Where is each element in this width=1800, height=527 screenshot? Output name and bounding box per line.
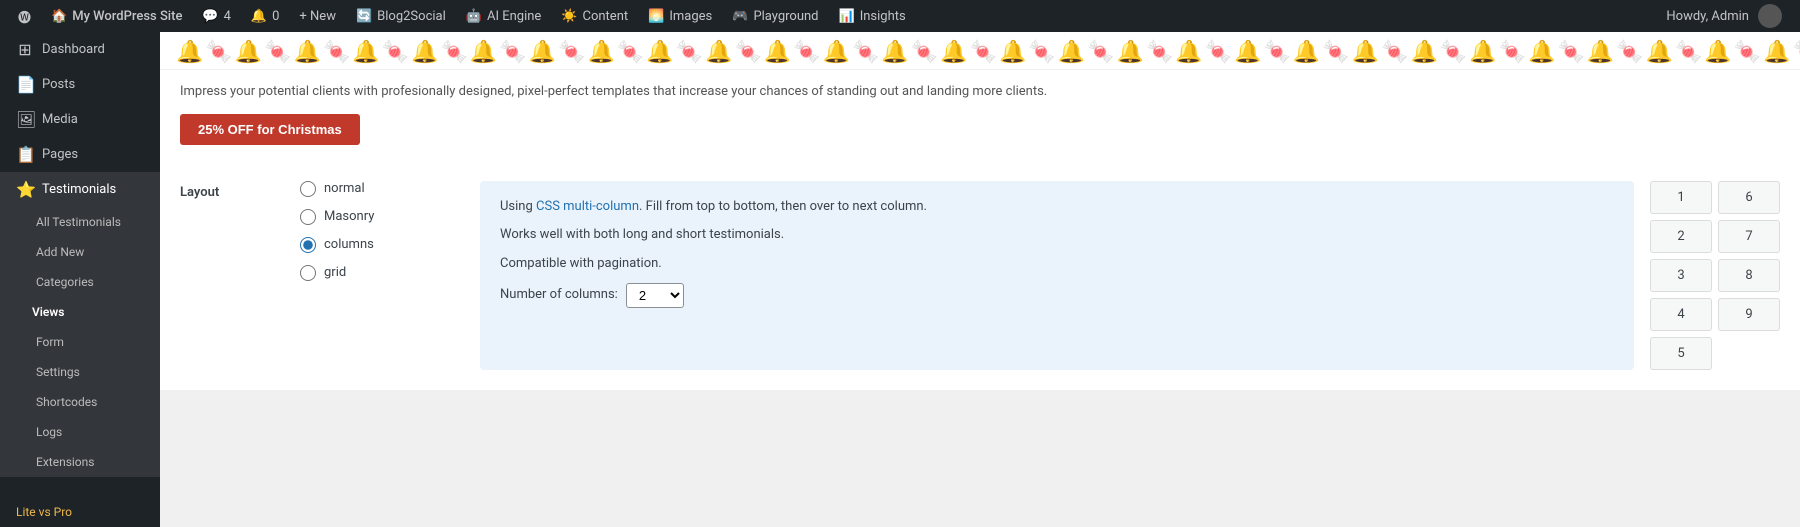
sidebar-item-posts[interactable]: 📄 Posts: [0, 67, 160, 102]
christmas-offer-button[interactable]: 25% OFF for Christmas: [180, 114, 360, 145]
posts-icon: 📄: [16, 75, 34, 94]
site-name[interactable]: 🏠 My WordPress Site: [41, 0, 192, 32]
pages-icon: 📋: [16, 145, 34, 164]
testimonials-submenu: All Testimonials Add New Categories View…: [0, 207, 160, 477]
christmas-description: Impress your potential clients with prof…: [180, 82, 1780, 102]
layout-radio-grid[interactable]: [300, 265, 316, 281]
comments-link[interactable]: 💬 4: [192, 0, 241, 32]
sidebar-item-logs[interactable]: Logs: [0, 417, 160, 447]
layout-info-box: Using CSS multi-column. Fill from top to…: [480, 181, 1634, 370]
blog2social-menu[interactable]: 🔄 Blog2Social: [346, 0, 456, 32]
layout-option-columns[interactable]: columns: [300, 237, 460, 253]
sidebar-item-pages[interactable]: 📋 Pages: [0, 137, 160, 172]
christmas-banner: 🔔🍬🔔🍬🔔🍬🔔🍬🔔🍬🔔🍬🔔🍬🔔🍬🔔🍬🔔🍬🔔🍬🔔🍬🔔🍬🔔🍬🔔🍬🔔🍬🔔🍬🔔🍬🔔🍬🔔🍬…: [160, 32, 1800, 161]
blog2social-icon: 🔄: [356, 9, 372, 24]
col-num-4[interactable]: 4: [1650, 298, 1712, 331]
content-icon: ☀️: [561, 9, 577, 24]
sidebar-item-media[interactable]: 🖼 Media: [0, 102, 160, 137]
howdy-user[interactable]: Howdy, Admin: [1656, 0, 1792, 32]
media-icon: 🖼: [16, 110, 34, 129]
insights-menu[interactable]: 📊 Insights: [829, 0, 916, 32]
ai-engine-icon: 🤖: [466, 9, 482, 24]
content-menu[interactable]: ☀️ Content: [551, 0, 638, 32]
comment-icon: 💬: [202, 9, 218, 24]
col-num-3[interactable]: 3: [1650, 259, 1712, 292]
layout-radio-normal[interactable]: [300, 181, 316, 197]
css-multicolumn-link[interactable]: CSS multi-column: [536, 199, 639, 214]
col-num-8[interactable]: 8: [1718, 259, 1780, 292]
layout-option-normal[interactable]: normal: [300, 181, 460, 197]
col-num-6[interactable]: 6: [1718, 181, 1780, 214]
col-num-2[interactable]: 2: [1650, 220, 1712, 253]
sidebar-item-extensions[interactable]: Extensions: [0, 447, 160, 477]
sidebar-item-shortcodes[interactable]: Shortcodes: [0, 387, 160, 417]
layout-section-label: Layout: [180, 181, 300, 370]
ai-engine-menu[interactable]: 🤖 AI Engine: [456, 0, 552, 32]
wp-logo[interactable]: 🅦: [8, 0, 41, 32]
avatar: [1758, 4, 1782, 28]
alerts-link[interactable]: 🔔 0: [241, 0, 290, 32]
layout-radio-columns[interactable]: [300, 237, 316, 253]
sidebar-item-lite-vs-pro[interactable]: Lite vs Pro: [0, 497, 160, 527]
columns-count-label: Number of columns:: [500, 285, 618, 306]
playground-menu[interactable]: 🎮 Playground: [722, 0, 828, 32]
sidebar-item-dashboard[interactable]: ⊞ Dashboard: [0, 32, 160, 67]
christmas-decorations: 🔔🍬🔔🍬🔔🍬🔔🍬🔔🍬🔔🍬🔔🍬🔔🍬🔔🍬🔔🍬🔔🍬🔔🍬🔔🍬🔔🍬🔔🍬🔔🍬🔔🍬🔔🍬🔔🍬🔔🍬…: [160, 32, 1800, 70]
new-content-button[interactable]: + New: [289, 0, 346, 32]
wp-icon: 🅦: [18, 7, 31, 26]
layout-option-masonry[interactable]: Masonry: [300, 209, 460, 225]
sidebar-item-form[interactable]: Form: [0, 327, 160, 357]
sidebar-item-add-new[interactable]: Add New: [0, 237, 160, 267]
sidebar-item-views[interactable]: Views: [0, 297, 160, 327]
testimonials-icon: ⭐: [16, 180, 34, 199]
col-num-5[interactable]: 5: [1650, 337, 1712, 370]
admin-bar: 🅦 🏠 My WordPress Site 💬 4 🔔 0 + New 🔄 Bl…: [0, 0, 1800, 32]
sidebar-item-settings[interactable]: Settings: [0, 357, 160, 387]
columns-count-select[interactable]: 1 2 3 4 5 6: [626, 283, 684, 308]
col-num-empty: [1718, 337, 1780, 370]
layout-option-grid[interactable]: grid: [300, 265, 460, 281]
images-icon: 🌅: [648, 9, 664, 24]
site-icon: 🏠: [51, 9, 67, 24]
playground-icon: 🎮: [732, 9, 748, 24]
col-num-7[interactable]: 7: [1718, 220, 1780, 253]
sidebar: ⊞ Dashboard 📄 Posts 🖼 Media 📋 Pages ⭐ Te…: [0, 32, 160, 527]
sidebar-item-testimonials[interactable]: ⭐ Testimonials: [0, 172, 160, 207]
col-num-9[interactable]: 9: [1718, 298, 1780, 331]
main-content: 🔔🍬🔔🍬🔔🍬🔔🍬🔔🍬🔔🍬🔔🍬🔔🍬🔔🍬🔔🍬🔔🍬🔔🍬🔔🍬🔔🍬🔔🍬🔔🍬🔔🍬🔔🍬🔔🍬🔔🍬…: [160, 32, 1800, 527]
layout-radio-masonry[interactable]: [300, 209, 316, 225]
christmas-text-section: Impress your potential clients with prof…: [160, 70, 1800, 161]
alert-icon: 🔔: [251, 9, 267, 24]
layout-description-3: Compatible with pagination.: [500, 254, 1614, 275]
insights-icon: 📊: [839, 9, 855, 24]
columns-count-row: Number of columns: 1 2 3 4 5 6: [500, 283, 1614, 308]
col-num-1[interactable]: 1: [1650, 181, 1712, 214]
sidebar-item-all-testimonials[interactable]: All Testimonials: [0, 207, 160, 237]
sidebar-item-categories[interactable]: Categories: [0, 267, 160, 297]
layout-options: normal Masonry columns grid: [300, 181, 460, 370]
layout-description-1: Using CSS multi-column. Fill from top to…: [500, 197, 1614, 218]
layout-section: Layout normal Masonry columns grid: [160, 161, 1800, 390]
images-menu[interactable]: 🌅 Images: [638, 0, 722, 32]
column-numbers-grid: 1 6 2 7 3 8 4 9 5: [1650, 181, 1780, 370]
layout-description-2: Works well with both long and short test…: [500, 225, 1614, 246]
dashboard-icon: ⊞: [16, 40, 34, 59]
